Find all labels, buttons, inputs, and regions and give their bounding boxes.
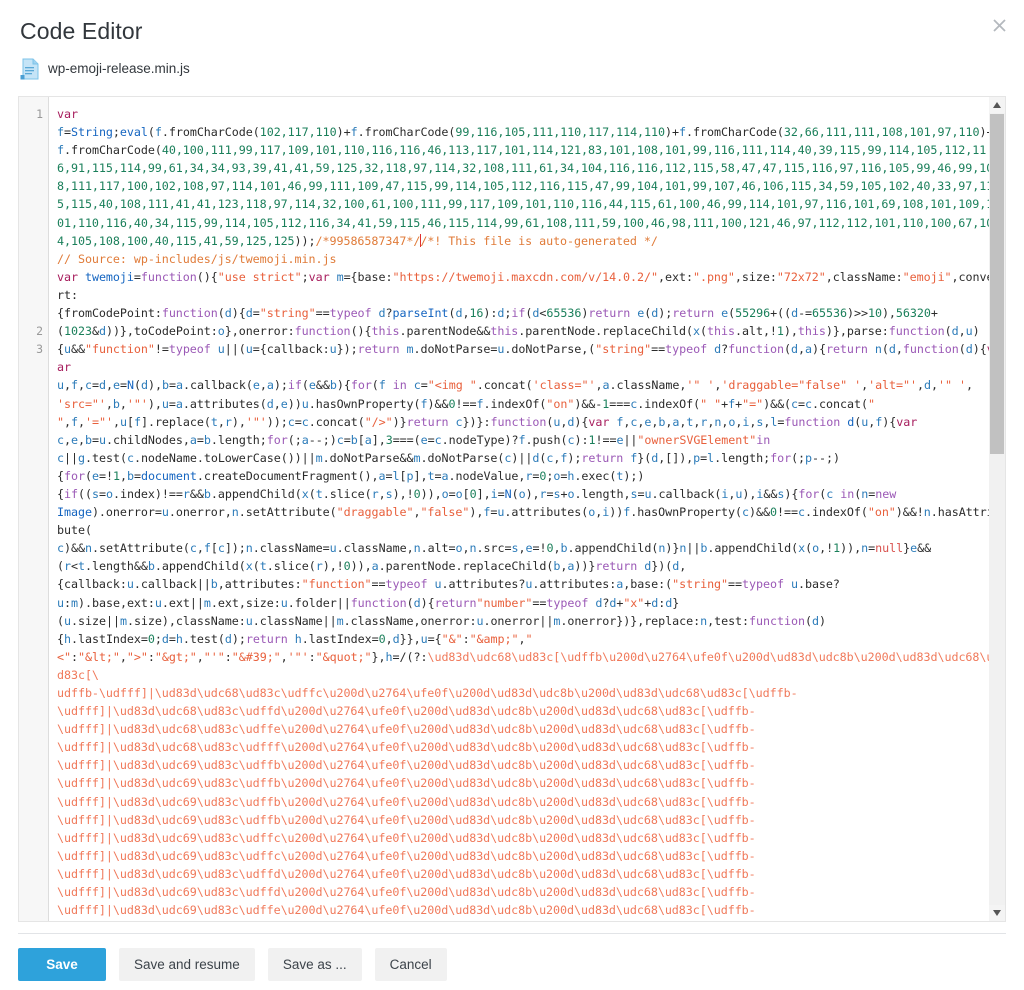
line-number: 2 xyxy=(36,324,43,339)
file-name-label: wp-emoji-release.min.js xyxy=(48,61,190,76)
editor-vertical-scrollbar[interactable] xyxy=(989,96,1006,922)
line-number: 3 xyxy=(36,342,43,357)
code-editor-pane[interactable]: 1 000 000 000 00 2 3 var f=String;eval(f… xyxy=(18,96,1006,922)
javascript-file-icon xyxy=(20,58,40,80)
footer-divider xyxy=(18,933,1006,934)
line-number-gutter: 1 000 000 000 00 2 3 xyxy=(19,97,49,921)
line-number: 1 xyxy=(36,107,43,121)
file-row: wp-emoji-release.min.js xyxy=(20,58,1008,80)
save-and-resume-button[interactable]: Save and resume xyxy=(119,948,255,981)
scrollbar-thumb[interactable] xyxy=(990,114,1004,454)
save-as-button[interactable]: Save as ... xyxy=(267,948,362,981)
save-button[interactable]: Save xyxy=(18,948,106,981)
cancel-button[interactable]: Cancel xyxy=(374,948,447,981)
code-content[interactable]: var f=String;eval(f.fromCharCode(102,117… xyxy=(49,97,1006,921)
dialog-header: Code Editor wp-emoji-release.min.js xyxy=(0,0,1024,88)
code-editor-dialog: Code Editor wp-emoji-release.min.js 1 2 … xyxy=(0,0,1024,990)
footer-button-row: Save Save and resume Save as ... Cancel xyxy=(18,948,447,981)
scroll-down-icon[interactable] xyxy=(989,905,1005,921)
scroll-up-icon[interactable] xyxy=(989,97,1005,113)
page-title: Code Editor xyxy=(20,18,143,44)
close-icon[interactable] xyxy=(982,8,1016,42)
